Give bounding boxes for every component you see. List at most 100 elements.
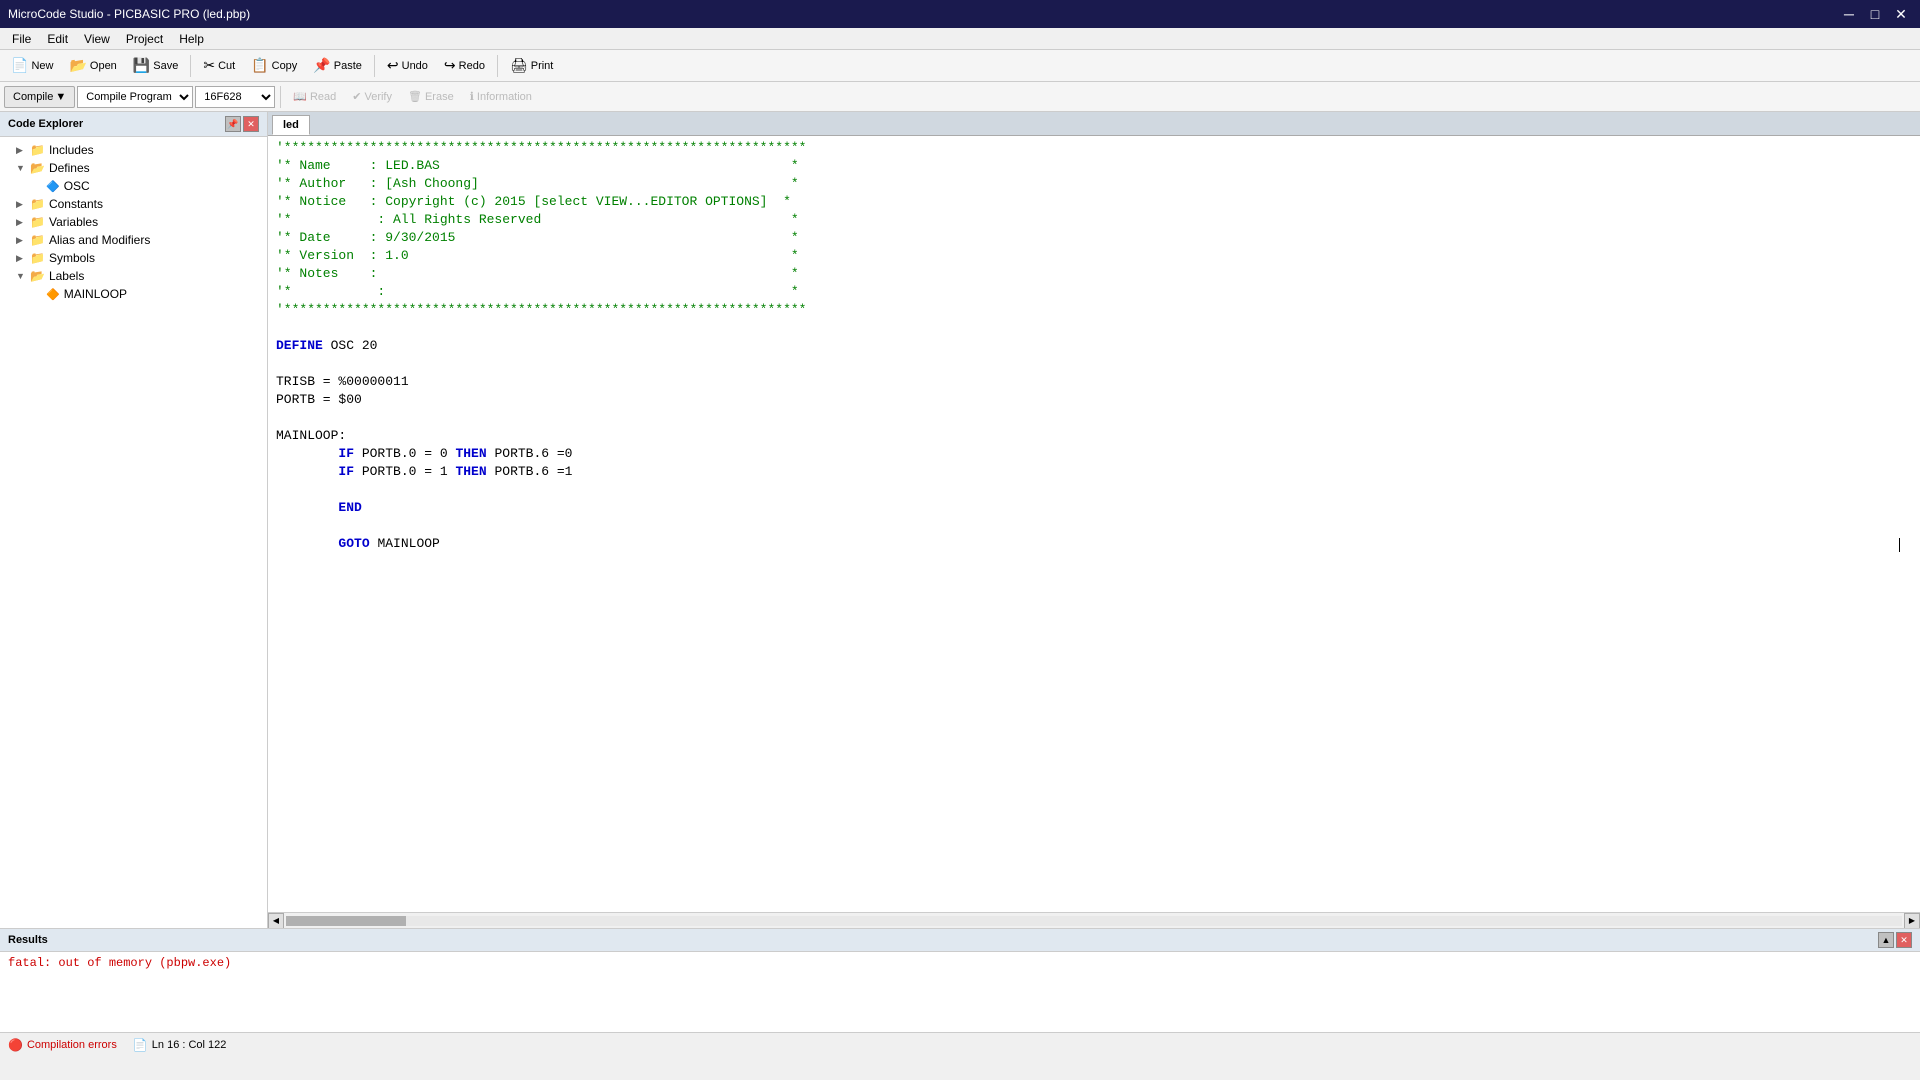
tree-item-constants[interactable]: ▶ 📁 Constants <box>0 195 267 213</box>
tree-item-labels[interactable]: ▼ 📂 Labels <box>0 267 267 285</box>
code-text: DEFINE <box>276 338 331 353</box>
menu-view[interactable]: View <box>76 30 118 48</box>
undo-label: Undo <box>402 60 428 72</box>
code-text: THEN <box>455 464 494 479</box>
copy-icon: 📋 <box>251 57 268 74</box>
scroll-left-arrow[interactable]: ◀ <box>268 913 284 929</box>
code-line: '* Version : 1.0 * <box>268 248 1920 266</box>
verify-button[interactable]: ✔ Verify <box>345 86 399 108</box>
menu-help[interactable]: Help <box>171 30 212 48</box>
code-line: '* Notes : * <box>268 266 1920 284</box>
position-label: Ln 16 : Col 122 <box>152 1039 227 1051</box>
cut-icon: ✂ <box>203 57 215 74</box>
chip-select[interactable]: 16F628 16F84 16F877 <box>195 86 275 108</box>
tree-item-includes[interactable]: ▶ 📁 Includes <box>0 141 267 159</box>
cut-button[interactable]: ✂ Cut <box>196 53 242 79</box>
code-line <box>268 518 1920 536</box>
menu-project[interactable]: Project <box>118 30 171 48</box>
explorer-pin-button[interactable]: 📌 <box>225 116 241 132</box>
menu-file[interactable]: File <box>4 30 39 48</box>
horizontal-scrollbar[interactable]: ◀ ▶ <box>268 912 1920 928</box>
close-button[interactable]: ✕ <box>1890 3 1912 25</box>
minimize-button[interactable]: ─ <box>1838 3 1860 25</box>
code-text <box>276 536 338 551</box>
results-expand-button[interactable]: ▲ <box>1878 932 1894 948</box>
verify-icon: ✔ <box>352 90 361 103</box>
defines-label: Defines <box>49 161 90 175</box>
open-label: Open <box>90 60 117 72</box>
menu-edit[interactable]: Edit <box>39 30 76 48</box>
results-error-text: fatal: out of memory (pbpw.exe) <box>8 956 231 970</box>
print-label: Print <box>531 60 554 72</box>
code-line <box>268 320 1920 338</box>
code-text: PORTB.6 =0 <box>494 446 572 461</box>
results-header-controls: ▲ ✕ <box>1878 932 1912 948</box>
main-area: Code Explorer 📌 ✕ ▶ 📁 Includes ▼ 📂 Defin… <box>0 112 1920 928</box>
read-button[interactable]: 📖 Read <box>286 86 343 108</box>
print-button[interactable]: 🖨 Print <box>503 53 560 79</box>
save-icon: 💾 <box>133 57 150 74</box>
code-text: OSC 20 <box>331 338 378 353</box>
editor-content[interactable]: '***************************************… <box>268 136 1920 912</box>
error-icon: 🔴 <box>8 1038 23 1052</box>
code-explorer-header: Code Explorer 📌 ✕ <box>0 112 267 137</box>
compile-program-select[interactable]: Compile Program Compile File <box>77 86 193 108</box>
copy-button[interactable]: 📋 Copy <box>244 53 304 79</box>
expand-alias-icon: ▶ <box>16 235 26 246</box>
tree-item-mainloop[interactable]: 🔶 MAINLOOP <box>0 285 267 303</box>
tree-item-variables[interactable]: ▶ 📁 Variables <box>0 213 267 231</box>
expand-variables-icon: ▶ <box>16 217 26 228</box>
tree-container: ▶ 📁 Includes ▼ 📂 Defines 🔷 OSC ▶ 📁 Const… <box>0 137 267 928</box>
statusbar: 🔴 Compilation errors 📄 Ln 16 : Col 122 <box>0 1032 1920 1056</box>
undo-button[interactable]: ↩ Undo <box>380 53 435 79</box>
new-label: New <box>31 60 53 72</box>
tab-led[interactable]: led <box>272 115 310 135</box>
expand-includes-icon: ▶ <box>16 145 26 156</box>
maximize-button[interactable]: □ <box>1864 3 1886 25</box>
code-text: GOTO <box>338 536 377 551</box>
status-position: 📄 Ln 16 : Col 122 <box>133 1038 227 1052</box>
tree-item-osc[interactable]: 🔷 OSC <box>0 177 267 195</box>
variables-label: Variables <box>49 215 98 229</box>
error-label: Compilation errors <box>27 1039 117 1051</box>
code-line: IF PORTB.0 = 0 THEN PORTB.6 =0 <box>268 446 1920 464</box>
code-line <box>268 410 1920 428</box>
information-label: Information <box>477 91 532 103</box>
redo-label: Redo <box>459 60 485 72</box>
results-header: Results ▲ ✕ <box>0 929 1920 952</box>
scroll-track[interactable] <box>286 916 1902 926</box>
includes-folder-icon: 📁 <box>30 143 45 157</box>
tree-item-defines[interactable]: ▼ 📂 Defines <box>0 159 267 177</box>
code-text: MAINLOOP <box>377 536 439 551</box>
labels-folder-icon: 📂 <box>30 269 45 283</box>
erase-button[interactable]: 🗑 Erase <box>401 86 461 108</box>
code-text: MAINLOOP: <box>276 428 346 443</box>
open-button[interactable]: 📂 Open <box>62 53 123 79</box>
compile-label: Compile <box>13 91 53 103</box>
erase-label: Erase <box>425 91 454 103</box>
expand-symbols-icon: ▶ <box>16 253 26 264</box>
explorer-close-button[interactable]: ✕ <box>243 116 259 132</box>
compile-button[interactable]: Compile ▼ <box>4 86 75 108</box>
tree-item-symbols[interactable]: ▶ 📁 Symbols <box>0 249 267 267</box>
code-text <box>276 356 284 371</box>
results-content: fatal: out of memory (pbpw.exe) <box>0 952 1920 1032</box>
verify-label: Verify <box>364 91 392 103</box>
information-button[interactable]: ℹ Information <box>463 86 539 108</box>
code-text <box>276 320 284 335</box>
constants-label: Constants <box>49 197 103 211</box>
alias-label: Alias and Modifiers <box>49 233 150 247</box>
save-button[interactable]: 💾 Save <box>126 53 186 79</box>
redo-button[interactable]: ↪ Redo <box>437 53 492 79</box>
new-button[interactable]: 📄 New <box>4 53 60 79</box>
mainloop-label: MAINLOOP <box>64 287 127 301</box>
code-text: '***************************************… <box>276 140 807 155</box>
paste-button[interactable]: 📌 Paste <box>306 53 369 79</box>
save-label: Save <box>153 60 178 72</box>
scroll-right-arrow[interactable]: ▶ <box>1904 913 1920 929</box>
editor-wrapper: led '***********************************… <box>268 112 1920 928</box>
results-close-button[interactable]: ✕ <box>1896 932 1912 948</box>
scroll-thumb[interactable] <box>286 916 406 926</box>
tree-item-alias[interactable]: ▶ 📁 Alias and Modifiers <box>0 231 267 249</box>
code-line: '* Author : [Ash Choong] * <box>268 176 1920 194</box>
